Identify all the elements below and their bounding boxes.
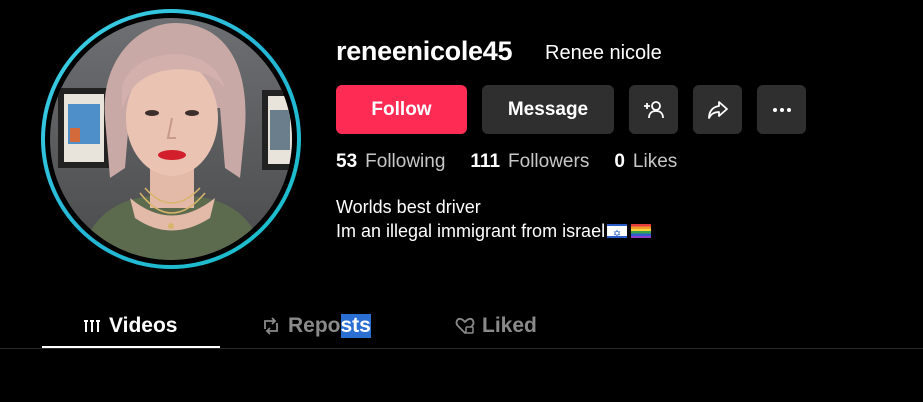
- israel-flag-icon: [607, 223, 628, 247]
- stat-likes: 0 Likes: [614, 151, 677, 173]
- profile-bio: Worlds best driver Im an illegal immigra…: [336, 195, 652, 247]
- more-icon: [772, 107, 791, 112]
- add-user-icon: [643, 100, 664, 118]
- bio-line-1: Worlds best driver: [336, 197, 481, 217]
- tab-videos[interactable]: Videos: [82, 303, 177, 348]
- share-icon: [707, 100, 728, 119]
- heart-lock-icon: [455, 316, 475, 336]
- rainbow-flag-icon: [631, 224, 652, 238]
- avatar-border: [45, 13, 297, 265]
- avatar: [50, 18, 292, 260]
- stat-followers-count: 111: [470, 151, 501, 172]
- repost-icon: [261, 316, 281, 336]
- profile-stats: 53 Following 111 Followers 0 Likes: [336, 151, 702, 173]
- stat-following-count: 53: [336, 151, 358, 172]
- share-button[interactable]: [693, 85, 742, 134]
- grid-icon: [82, 316, 102, 336]
- message-button[interactable]: Message: [482, 85, 614, 134]
- tab-liked[interactable]: Liked: [455, 303, 537, 348]
- stat-likes-label: Likes: [632, 151, 678, 172]
- stat-followers-label: Followers: [508, 151, 590, 172]
- tab-liked-label: Liked: [482, 313, 537, 337]
- profile-nickname: Renee nicole: [545, 42, 662, 64]
- active-tab-indicator: [42, 346, 220, 348]
- avatar-photo: [58, 23, 292, 260]
- bio-line-2: Im an illegal immigrant from israel: [336, 219, 652, 247]
- bio-line-2-text: Im an illegal immigrant from israel: [336, 221, 606, 241]
- follow-button[interactable]: Follow: [336, 85, 467, 134]
- profile-username: reneenicole45: [336, 36, 513, 66]
- add-friend-button[interactable]: [629, 85, 678, 134]
- more-button[interactable]: [757, 85, 806, 134]
- profile-tabs: Videos Repo sts Liked: [0, 303, 923, 349]
- tab-videos-label: Videos: [109, 313, 178, 337]
- stat-followers[interactable]: 111 Followers: [470, 151, 589, 173]
- stat-following-label: Following: [365, 151, 446, 172]
- stat-likes-count: 0: [614, 151, 625, 172]
- avatar-ring[interactable]: [41, 9, 301, 269]
- tab-reposts[interactable]: Repo sts: [261, 303, 371, 348]
- stat-following[interactable]: 53 Following: [336, 151, 445, 173]
- tab-reposts-label-selected: sts: [340, 313, 371, 338]
- tab-reposts-label-part1: Repo: [288, 313, 341, 337]
